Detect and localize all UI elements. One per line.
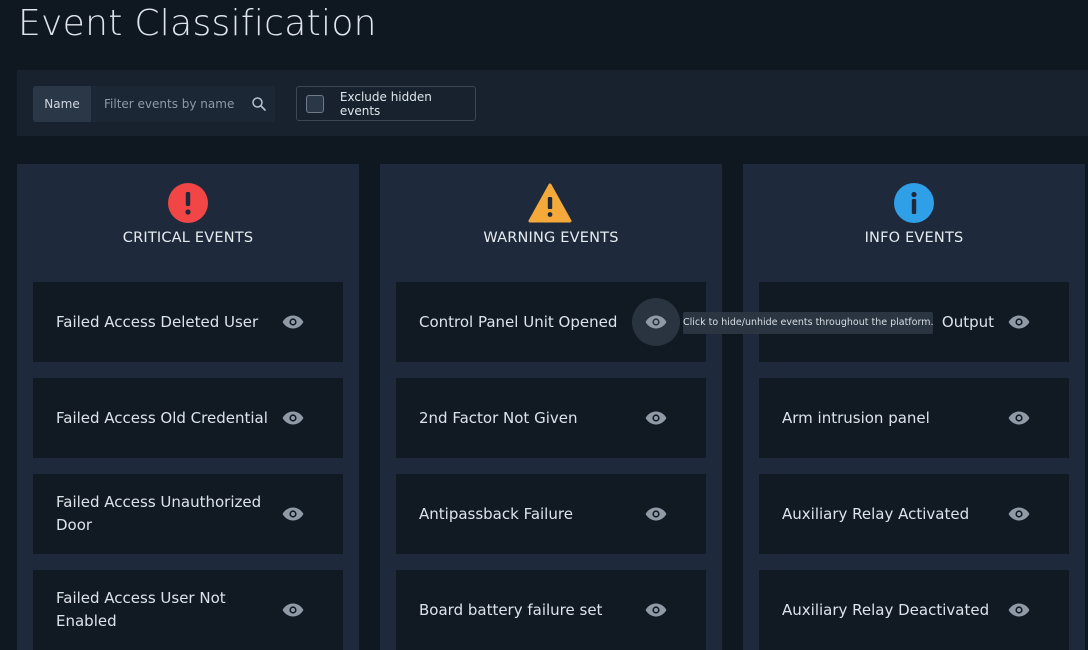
warning-icon	[528, 183, 572, 223]
event-name: Failed Access Deleted User	[56, 312, 259, 331]
event-card: Auxiliary Relay Deactivated	[759, 570, 1069, 650]
search-icon[interactable]	[250, 95, 268, 113]
event-name: 2nd Factor Not Given	[419, 408, 578, 427]
event-name: Board battery failure set	[419, 600, 603, 619]
event-card: Control Panel Unit Opened	[396, 282, 706, 362]
event-card: Failed Access User Not Enabled	[33, 570, 343, 650]
visibility-toggle-button[interactable]	[281, 310, 305, 334]
event-card: Antipassback Failure	[396, 474, 706, 554]
eye-icon	[645, 603, 667, 617]
event-card: Failed Access Unauthorized Door	[33, 474, 343, 554]
eye-icon	[282, 603, 304, 617]
visibility-toggle-button[interactable]	[281, 502, 305, 526]
eye-icon	[1008, 507, 1030, 521]
eye-icon	[1008, 315, 1030, 329]
event-card: 2nd Factor Not Given	[396, 378, 706, 458]
visibility-toggle-button[interactable]	[281, 406, 305, 430]
eye-icon	[645, 315, 667, 329]
eye-icon	[645, 507, 667, 521]
event-name: Auxiliary Relay Deactivated	[782, 600, 990, 619]
name-filter: Name	[33, 86, 275, 122]
exclude-hidden-label: Exclude hidden events	[339, 89, 432, 118]
info-events-column: INFO EVENTS Output Arm intrusion panel A…	[743, 164, 1085, 650]
name-filter-label: Name	[33, 86, 91, 122]
event-name: Control Panel Unit Opened	[419, 312, 618, 331]
eye-icon	[282, 315, 304, 329]
event-name: Failed Access User Not Enabled	[56, 589, 226, 630]
visibility-toggle-button[interactable]	[1007, 502, 1031, 526]
visibility-toggle-button[interactable]	[281, 598, 305, 622]
visibility-toggle-button[interactable]	[644, 502, 668, 526]
eye-icon	[645, 411, 667, 425]
event-card: Auxiliary Relay Activated	[759, 474, 1069, 554]
critical-events-column: CRITICAL EVENTS Failed Access Deleted Us…	[17, 164, 359, 650]
event-card: Arm intrusion panel	[759, 378, 1069, 458]
event-name: Antipassback Failure	[419, 504, 573, 523]
visibility-toggle-button[interactable]	[1007, 406, 1031, 430]
event-card: Board battery failure set	[396, 570, 706, 650]
event-name: Failed Access Old Credential	[56, 408, 268, 427]
event-name: Auxiliary Relay Activated	[782, 504, 970, 523]
exclude-hidden-toggle[interactable]: Exclude hidden events	[296, 86, 476, 121]
event-card: Failed Access Deleted User	[33, 282, 343, 362]
visibility-toggle-button[interactable]	[644, 406, 668, 430]
warning-events-title: WARNING EVENTS	[483, 230, 619, 246]
page-title: Event Classification	[18, 3, 377, 44]
filter-bar: Name Exclude hidden events	[17, 70, 1088, 136]
critical-icon	[168, 183, 208, 223]
event-name: Arm intrusion panel	[782, 408, 930, 427]
event-card: Failed Access Old Credential	[33, 378, 343, 458]
visibility-toggle-button[interactable]	[1007, 310, 1031, 334]
search-input[interactable]	[91, 86, 275, 122]
event-name: Failed Access Unauthorized Door	[56, 493, 262, 534]
visibility-toggle-button[interactable]	[644, 598, 668, 622]
visibility-tooltip: Click to hide/unhide events throughout t…	[683, 312, 933, 334]
search-box[interactable]	[91, 86, 275, 122]
visibility-toggle-button[interactable]	[632, 298, 680, 346]
exclude-hidden-checkbox[interactable]	[306, 94, 324, 113]
eye-icon	[1008, 411, 1030, 425]
warning-events-column: WARNING EVENTS Control Panel Unit Opened…	[380, 164, 722, 650]
info-icon	[894, 183, 934, 223]
visibility-toggle-button[interactable]	[1007, 598, 1031, 622]
eye-icon	[1008, 603, 1030, 617]
critical-events-title: CRITICAL EVENTS	[122, 230, 254, 246]
info-events-title: INFO EVENTS	[864, 230, 964, 246]
eye-icon	[282, 507, 304, 521]
eye-icon	[282, 411, 304, 425]
